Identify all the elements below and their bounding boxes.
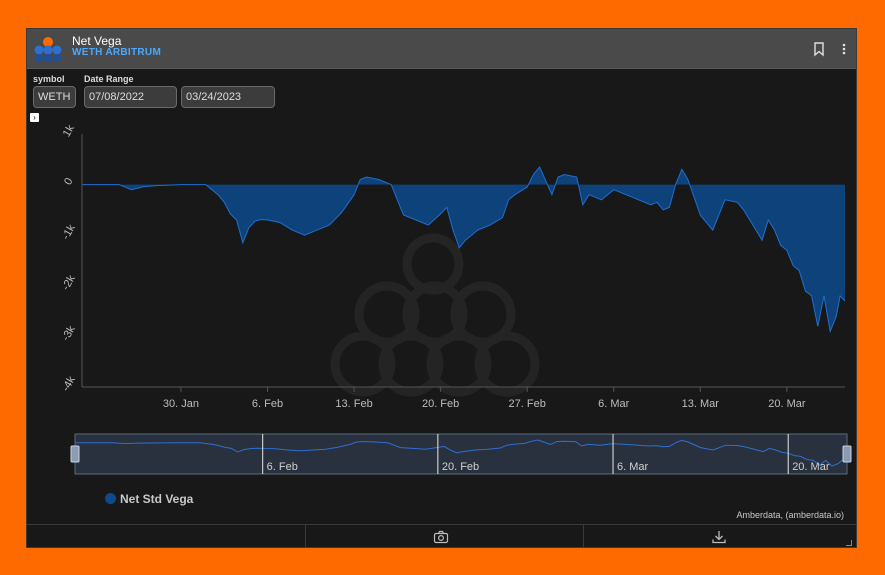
x-tick-label: 27. Feb xyxy=(509,398,546,410)
chevron-right-icon[interactable]: › xyxy=(30,113,39,122)
chart-credits[interactable]: Amberdata, (amberdata.io) xyxy=(736,510,844,520)
widget-subtitle: WETH ARBITRUM xyxy=(72,47,162,58)
footer-divider xyxy=(583,525,584,547)
x-tick-label: 13. Feb xyxy=(335,398,372,410)
start-date-input[interactable]: 07/08/2022 xyxy=(84,86,177,108)
x-tick-label: 13. Mar xyxy=(682,398,720,410)
navigator-label: 6. Mar xyxy=(617,461,649,473)
net-vega-chart: 1k 0 -1k -2k -3k -4k 30. Jan 6. Feb 13. Feb 20. F… xyxy=(60,124,852,475)
date-range-label: Date Range xyxy=(84,74,134,84)
legend-item-net-std-vega[interactable]: Net Std Vega xyxy=(105,490,193,508)
net-vega-widget: Net Vega WETH ARBITRUM symbol Date Range… xyxy=(26,28,857,548)
watermark-logo xyxy=(330,233,540,397)
x-tick-label: 20. Feb xyxy=(422,398,459,410)
resize-handle-icon[interactable] xyxy=(846,540,852,546)
navigator-label: 20. Mar xyxy=(792,461,830,473)
download-icon[interactable] xyxy=(711,530,727,544)
symbol-label: symbol xyxy=(33,74,65,84)
camera-icon[interactable] xyxy=(433,530,449,544)
widget-header: Net Vega WETH ARBITRUM xyxy=(27,29,856,69)
widget-title: Net Vega xyxy=(72,34,122,48)
y-tick-label: 0 xyxy=(62,176,75,187)
x-tick-label: 6. Feb xyxy=(252,398,283,410)
navigator-label: 20. Feb xyxy=(442,461,479,473)
y-tick-label: -3k xyxy=(60,323,78,343)
legend-marker xyxy=(105,493,116,505)
navigator-handle-left[interactable] xyxy=(70,445,80,463)
end-date-input[interactable]: 03/24/2023 xyxy=(181,86,275,108)
widget-footer xyxy=(27,524,856,547)
navigator-handle-right[interactable] xyxy=(842,445,852,463)
y-tick-label: -4k xyxy=(60,374,78,394)
y-tick-label: -2k xyxy=(60,273,78,293)
more-vertical-icon[interactable] xyxy=(837,41,851,57)
bookmark-icon[interactable] xyxy=(812,41,826,57)
x-tick-label: 6. Mar xyxy=(598,398,630,410)
amberdata-logo-icon xyxy=(34,37,62,62)
footer-divider xyxy=(305,525,306,547)
x-tick-label: 30. Jan xyxy=(163,398,199,410)
x-tick-label: 20. Mar xyxy=(768,398,806,410)
legend-label: Net Std Vega xyxy=(120,491,194,506)
symbol-select[interactable]: WETH xyxy=(33,86,76,108)
y-tick-label: -1k xyxy=(60,222,78,242)
navigator-label: 6. Feb xyxy=(267,461,298,473)
y-tick-label: 1k xyxy=(61,124,77,139)
